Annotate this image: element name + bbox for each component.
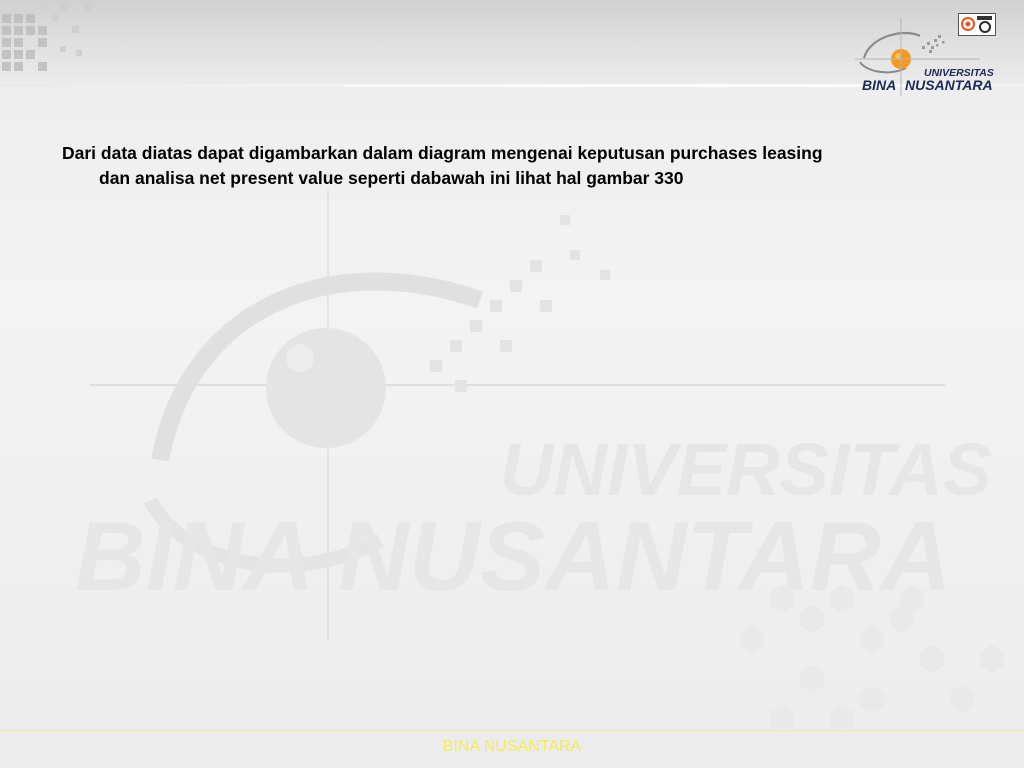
- content-line-1: Dari data diatas dapat digambarkan dalam…: [62, 143, 823, 163]
- watermark-universitas: UNIVERSITAS: [500, 428, 992, 511]
- watermark-logo: UNIVERSITAS BINA NUSANTARA: [75, 190, 1004, 733]
- content-line-2: dan analisa net present value seperti da…: [99, 168, 684, 188]
- content-paragraph: Dari data diatas dapat digambarkan dalam…: [62, 141, 962, 191]
- slide: UNIVERSITAS BINA NUSANTARA UNIVERSITAS B…: [0, 0, 1024, 768]
- watermark-bina-nusantara: BINA NUSANTARA: [75, 501, 952, 611]
- logo-text-nusantara: NUSANTARA: [905, 77, 993, 93]
- footer-divider: [0, 730, 1024, 731]
- footer-label: BINA NUSANTARA: [442, 738, 582, 755]
- corner-pixel-pattern: [2, 2, 91, 71]
- logo-text-bina: BINA: [862, 77, 896, 93]
- university-logo: UNIVERSITAS BINA NUSANTARA: [855, 18, 994, 96]
